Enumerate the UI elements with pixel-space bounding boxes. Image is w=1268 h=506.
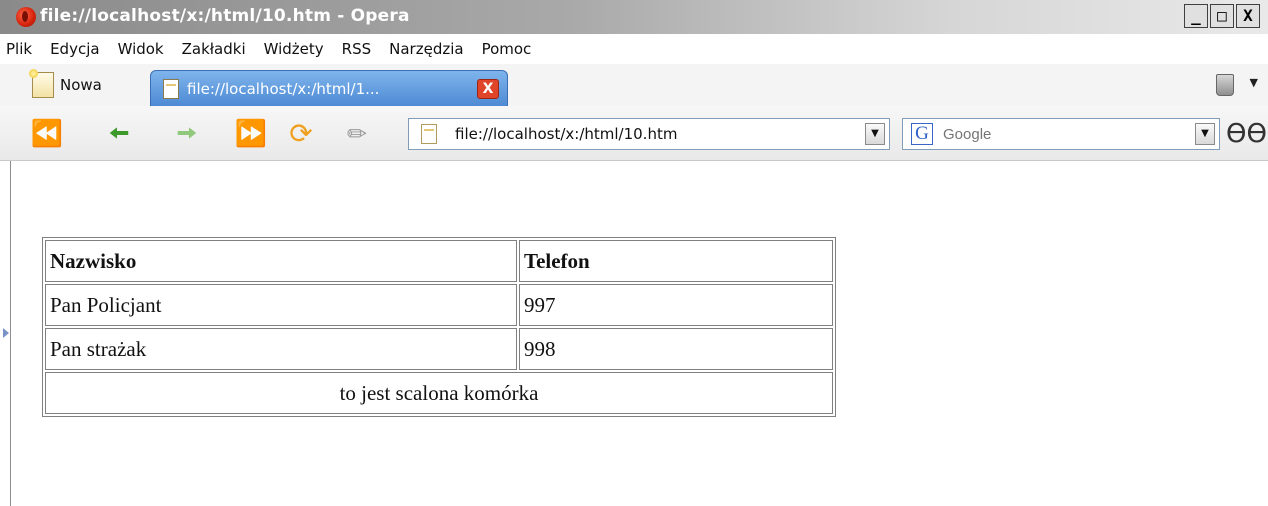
menu-zakladki[interactable]: Zakładki xyxy=(173,40,255,58)
navigation-toolbar: ⏪ 🠨 🠪 ⏩ ⟳ ✏ file://localhost/x:/html/10.… xyxy=(0,106,1268,161)
menu-bar: Plik Edycja Widok Zakładki Widżety RSS N… xyxy=(0,34,1268,64)
header-cell-telefon: Telefon xyxy=(519,240,833,282)
menu-pomoc[interactable]: Pomoc xyxy=(473,40,541,58)
menu-widok[interactable]: Widok xyxy=(109,40,173,58)
menu-plik[interactable]: Plik xyxy=(0,40,41,58)
table-row: Pan Policjant 997 xyxy=(45,284,833,326)
tab-bar: Nowa file://localhost/x:/html/1... X ▼ xyxy=(0,64,1268,107)
close-tab-icon[interactable]: X xyxy=(477,79,499,99)
reload-icon[interactable]: ⟳ xyxy=(286,119,316,149)
opera-logo-icon xyxy=(16,7,36,27)
table-cell: Pan Policjant xyxy=(45,284,517,326)
edit-pencil-icon[interactable]: ✏ xyxy=(342,119,372,149)
fast-forward-icon[interactable]: ⏩ xyxy=(235,119,267,149)
contacts-table: Nazwisko Telefon Pan Policjant 997 Pan s… xyxy=(42,237,836,417)
table-row: Pan strażak 998 xyxy=(45,328,833,370)
rewind-icon[interactable]: ⏪ xyxy=(31,119,63,149)
table-cell: Pan strażak xyxy=(45,328,517,370)
menu-narzedzia[interactable]: Narzędzia xyxy=(380,40,472,58)
new-tab-label: Nowa xyxy=(60,76,102,94)
reading-glasses-icon[interactable]: ϴϴ xyxy=(1226,120,1267,148)
chevron-down-icon[interactable]: ▼ xyxy=(1250,76,1258,89)
title-bar[interactable]: file://localhost/x:/html/10.htm - Opera … xyxy=(0,0,1268,34)
table-cell: 997 xyxy=(519,284,833,326)
table-cell: 998 xyxy=(519,328,833,370)
window-title: file://localhost/x:/html/10.htm - Opera xyxy=(40,6,410,26)
page-icon xyxy=(421,124,437,144)
tab-title: file://localhost/x:/html/1... xyxy=(187,79,380,98)
close-window-button[interactable]: X xyxy=(1236,4,1260,28)
address-text[interactable]: file://localhost/x:/html/10.htm xyxy=(455,125,677,143)
trash-icon[interactable] xyxy=(1216,74,1234,96)
maximize-button[interactable]: □ xyxy=(1210,4,1234,28)
table-header-row: Nazwisko Telefon xyxy=(45,240,833,282)
menu-rss[interactable]: RSS xyxy=(333,40,380,58)
tab-active[interactable]: file://localhost/x:/html/1... X xyxy=(150,70,508,106)
new-document-icon xyxy=(29,69,54,98)
window-controls: _ □ X xyxy=(1184,4,1260,28)
header-cell-nazwisko: Nazwisko xyxy=(45,240,517,282)
search-box[interactable]: G ▼ xyxy=(902,118,1220,150)
document-icon xyxy=(163,78,179,99)
address-bar[interactable]: file://localhost/x:/html/10.htm ▼ xyxy=(408,118,890,150)
table-row: to jest scalona komórka xyxy=(45,372,833,414)
address-dropdown-button[interactable]: ▼ xyxy=(865,123,885,145)
panel-toggle-icon[interactable] xyxy=(3,328,9,338)
forward-arrow-icon[interactable]: 🠪 xyxy=(172,119,202,149)
new-tab-button[interactable]: Nowa xyxy=(29,69,102,100)
minimize-button[interactable]: _ xyxy=(1184,4,1208,28)
back-arrow-icon[interactable]: 🠨 xyxy=(104,119,134,149)
menu-edycja[interactable]: Edycja xyxy=(41,40,108,58)
google-icon[interactable]: G xyxy=(911,123,933,145)
menu-widzety[interactable]: Widżety xyxy=(255,40,333,58)
search-input[interactable] xyxy=(943,119,1163,149)
search-dropdown-button[interactable]: ▼ xyxy=(1195,123,1215,145)
merged-cell: to jest scalona komórka xyxy=(45,372,833,414)
